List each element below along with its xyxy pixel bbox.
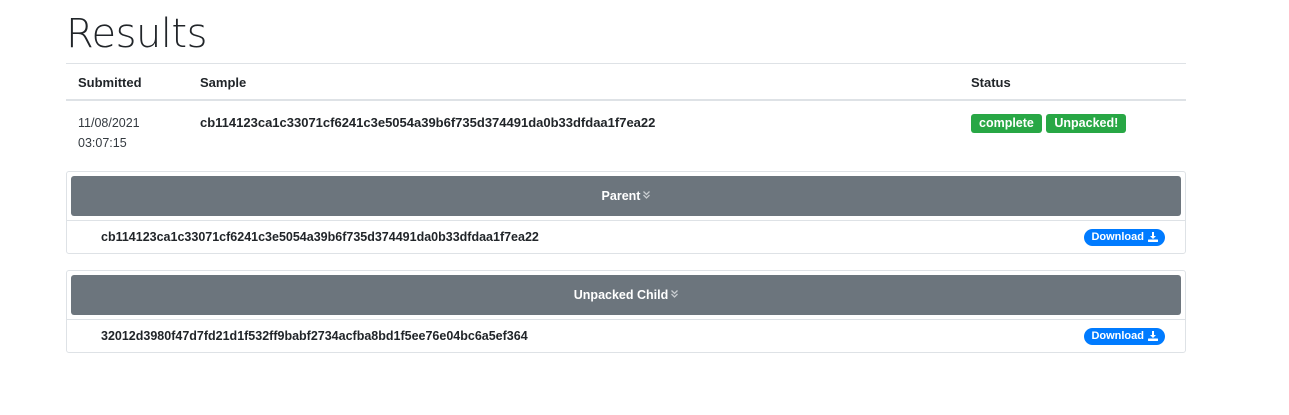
parent-hash: cb114123ca1c33071cf6241c3e5054a39b6f735d…	[101, 230, 539, 244]
download-label: Download	[1091, 230, 1144, 243]
unpacked-child-download-button[interactable]: Download	[1084, 327, 1165, 345]
double-chevron-down-icon	[671, 290, 679, 300]
submitted-time: 03:07:15	[78, 136, 127, 150]
submitted-cell: 11/08/2021 03:07:15	[66, 100, 188, 163]
page-title: Results	[66, 11, 207, 57]
submitted-date: 11/08/2021	[78, 116, 140, 130]
sample-hash[interactable]: cb114123ca1c33071cf6241c3e5054a39b6f735d…	[200, 115, 655, 131]
status-badge-unpacked: Unpacked!	[1046, 114, 1127, 133]
double-chevron-down-icon	[643, 191, 651, 201]
results-table: Submitted Sample Status 11/08/2021 03:07…	[66, 63, 1186, 163]
unpacked-child-file-row: 32012d3980f47d7fd21d1f532ff9babf2734acfb…	[67, 319, 1185, 352]
parent-card-header-label: Parent	[601, 189, 641, 203]
unpacked-child-card-header-button[interactable]: Unpacked Child	[71, 275, 1181, 315]
download-icon	[1148, 331, 1158, 341]
table-header-row: Submitted Sample Status	[66, 63, 1186, 101]
header-sample[interactable]: Sample	[188, 63, 959, 101]
parent-download-button[interactable]: Download	[1084, 228, 1165, 246]
header-submitted[interactable]: Submitted	[66, 63, 188, 101]
results-container: Results Submitted Sample Status 11/08/20…	[66, 0, 1186, 353]
unpacked-child-hash: 32012d3980f47d7fd21d1f532ff9babf2734acfb…	[101, 329, 528, 343]
unpacked-child-card-header-label: Unpacked Child	[573, 288, 669, 302]
table-row: 11/08/2021 03:07:15 cb114123ca1c33071cf6…	[66, 100, 1186, 163]
status-cell: complete Unpacked!	[959, 100, 1186, 163]
header-status[interactable]: Status	[959, 63, 1186, 101]
download-icon	[1148, 232, 1158, 242]
parent-card: Parent cb114123ca1c33071cf6241c3e5054a39…	[66, 171, 1186, 254]
download-label: Download	[1091, 329, 1144, 342]
sample-cell: cb114123ca1c33071cf6241c3e5054a39b6f735d…	[188, 100, 959, 163]
parent-card-header-button[interactable]: Parent	[71, 176, 1181, 216]
parent-file-row: cb114123ca1c33071cf6241c3e5054a39b6f735d…	[67, 220, 1185, 253]
status-badge-complete: complete	[971, 114, 1042, 133]
unpacked-child-card: Unpacked Child 32012d3980f47d7fd21d1f532…	[66, 270, 1186, 353]
